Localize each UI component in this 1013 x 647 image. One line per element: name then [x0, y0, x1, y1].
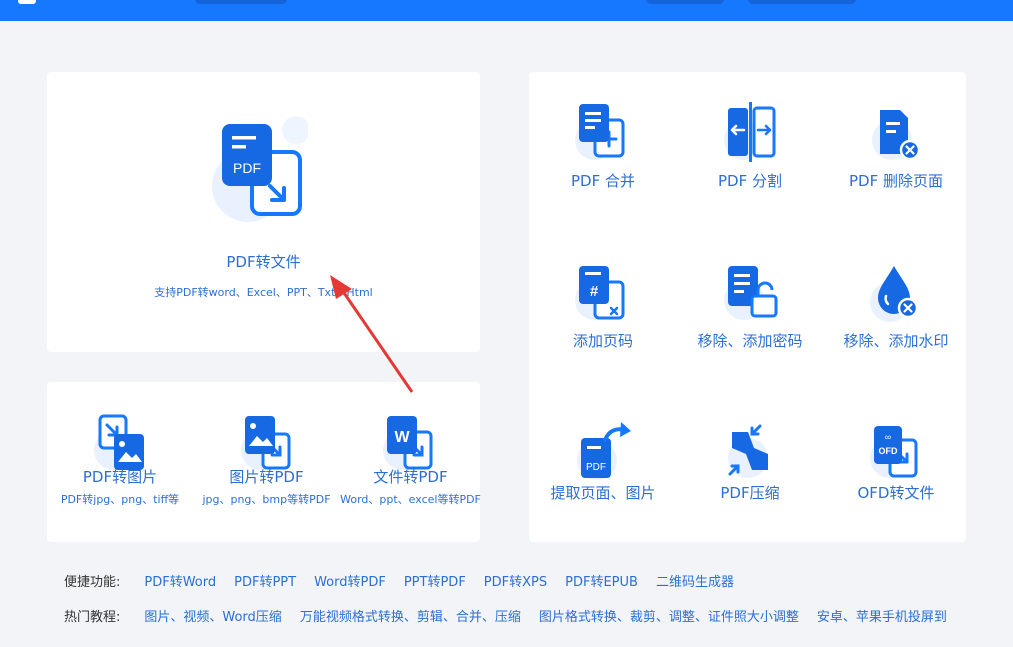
- annotation-arrow-icon: [330, 275, 414, 393]
